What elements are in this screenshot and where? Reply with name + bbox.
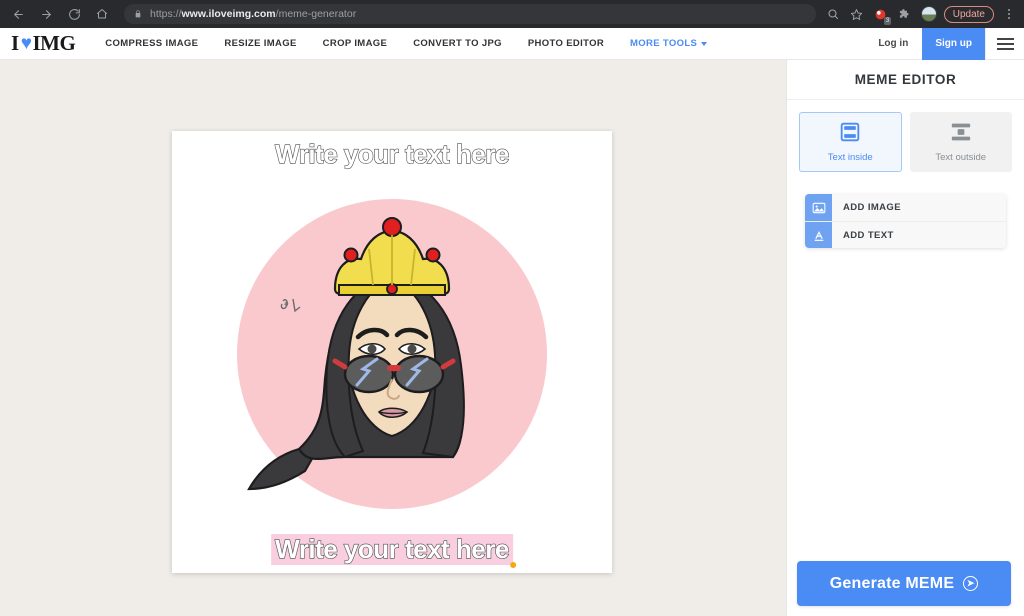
url-scheme: https:// [150,8,182,20]
mode-text-outside-label: Text outside [935,151,987,163]
meme-canvas[interactable]: Write your text here 𝄌 Write your text h… [172,131,612,573]
add-text-button[interactable]: ADD TEXT [805,221,1006,248]
address-bar[interactable]: https://www.iloveimg.com/meme-generator [124,4,816,24]
nav-item-more-tools-label: MORE TOOLS [630,38,698,49]
puzzle-piece-icon[interactable] [894,3,916,25]
meme-image[interactable]: 𝄌 [227,189,557,519]
login-button[interactable]: Log in [864,28,922,60]
browser-toolbar: https://www.iloveimg.com/meme-generator … [0,0,1024,28]
mode-text-inside[interactable]: Text inside [799,112,902,172]
forward-button[interactable] [34,2,58,26]
add-image-label: ADD IMAGE [843,202,901,213]
text-mode-selector: Text inside Text outside [787,100,1024,172]
site-header: I ♥ IMG COMPRESS IMAGE RESIZE IMAGE CROP… [0,27,1024,60]
nav-item-crop-image[interactable]: CROP IMAGE [323,38,388,49]
text-a-icon [805,222,832,248]
main-navigation: COMPRESS IMAGE RESIZE IMAGE CROP IMAGE C… [105,38,708,49]
panel-actions: ADD IMAGE ADD TEXT [805,194,1006,248]
editor-workspace: Write your text here 𝄌 Write your text h… [0,60,786,616]
meme-bottom-text-selection[interactable]: Write your text here [271,533,516,568]
logo-text-right: IMG [32,31,76,55]
heart-icon: ♥ [20,33,32,54]
generate-meme-label: Generate MEME [829,574,955,592]
panel-title: MEME EDITOR [787,60,1024,100]
browser-window: https://www.iloveimg.com/meme-generator … [0,0,1024,616]
home-button[interactable] [90,2,114,26]
notification-icon[interactable]: 3 [870,3,892,25]
add-text-label: ADD TEXT [843,229,894,241]
resize-handle[interactable] [509,562,516,568]
profile-avatar-icon[interactable] [918,3,940,25]
hamburger-menu-icon[interactable] [985,27,1024,60]
logo-text-left: I [11,31,19,55]
nav-item-more-tools[interactable]: MORE TOOLS [630,38,708,49]
add-image-button[interactable]: ADD IMAGE [805,194,1006,221]
three-dot-menu-icon[interactable] [998,3,1020,25]
mode-text-inside-label: Text inside [827,151,873,163]
text-inside-icon [839,122,861,145]
arrow-right-circle-icon: ➤ [963,576,979,591]
lock-icon [134,9,142,19]
notification-badge: 3 [884,17,891,25]
reload-button[interactable] [62,2,86,26]
meme-top-text[interactable]: Write your text here [172,138,612,170]
back-button[interactable] [6,2,30,26]
text-outside-icon [950,122,972,145]
nav-item-compress-image[interactable]: COMPRESS IMAGE [105,38,198,49]
chevron-down-icon [701,41,708,46]
nav-item-photo-editor[interactable]: PHOTO EDITOR [528,38,604,49]
mode-text-outside[interactable]: Text outside [909,112,1012,172]
nav-item-convert-to-jpg[interactable]: CONVERT TO JPG [413,38,502,49]
image-icon [805,194,832,221]
toolbar-actions: 3 Update [822,3,1024,25]
nav-item-resize-image[interactable]: RESIZE IMAGE [224,38,296,49]
update-button[interactable]: Update [943,5,994,23]
iloveimg-logo[interactable]: I ♥ IMG [11,31,76,56]
signup-button[interactable]: Sign up [922,27,985,60]
generate-meme-button[interactable]: Generate MEME ➤ [797,561,1011,606]
search-icon[interactable] [822,3,844,25]
star-icon[interactable] [846,3,868,25]
meme-editor-panel: MEME EDITOR Text inside Text outside ADD… [786,60,1024,616]
url-host: www.iloveimg.com [181,8,276,20]
header-account-actions: Log in Sign up [864,27,1024,60]
url-path: /meme-generator [275,8,357,20]
meme-bottom-text[interactable]: Write your text here [275,533,510,565]
